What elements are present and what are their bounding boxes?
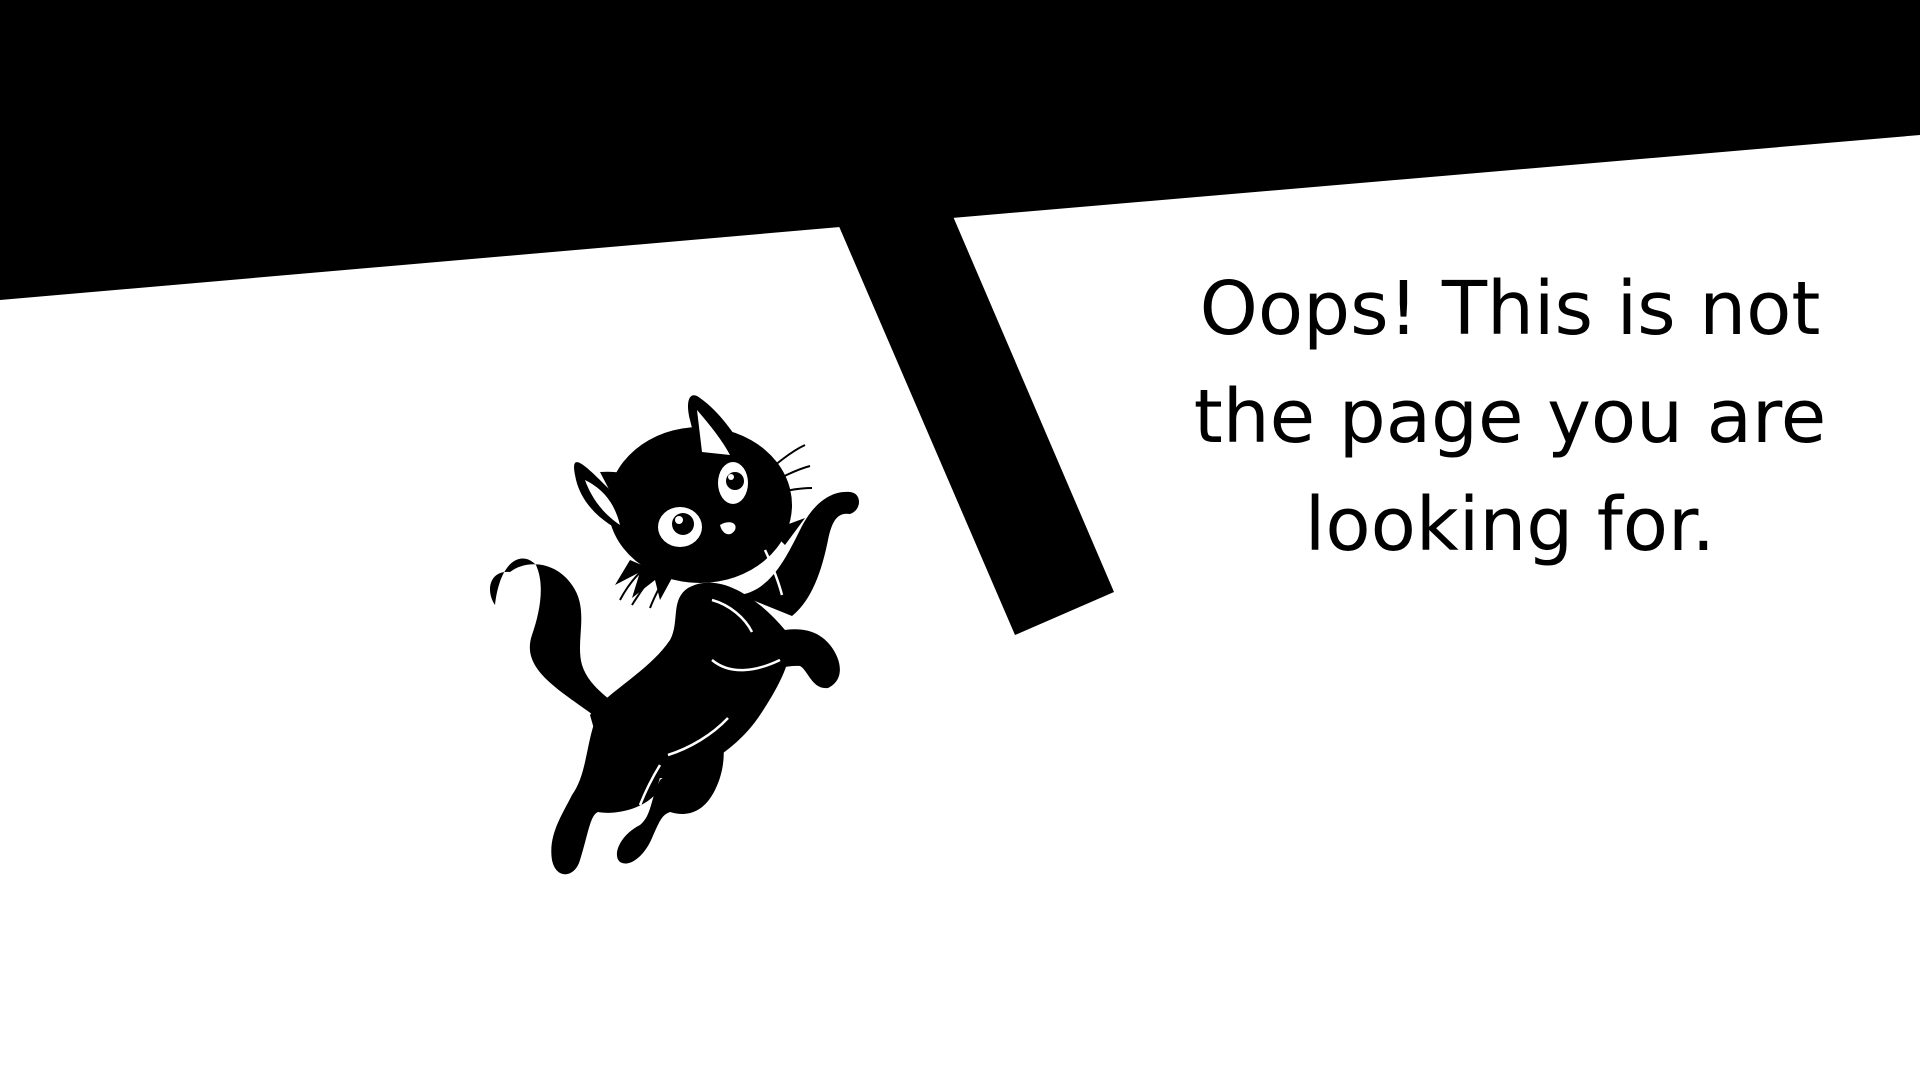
- error-message-line-1: Oops! This is not: [1199, 266, 1821, 352]
- slanted-black-bar: [838, 214, 1114, 635]
- not-found-page: Oops! This is not the page you are looki…: [0, 0, 1920, 1080]
- error-message-line-2: the page you are: [1193, 374, 1827, 460]
- error-message: Oops! This is not the page you are looki…: [1120, 255, 1900, 579]
- error-message-line-3: looking for.: [1304, 482, 1716, 568]
